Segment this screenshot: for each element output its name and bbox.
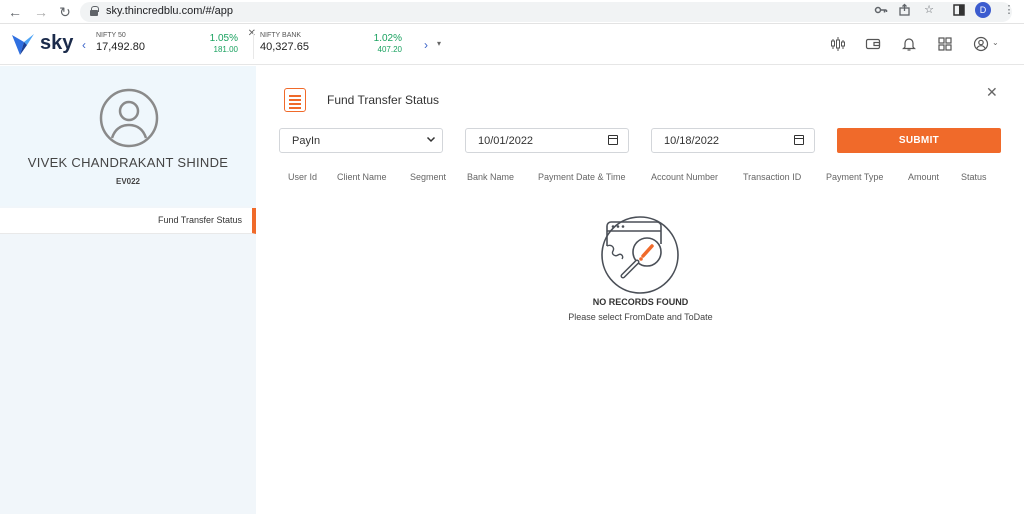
index-change: 181.00 — [213, 45, 238, 54]
empty-state-title: NO RECORDS FOUND — [592, 297, 689, 307]
submit-button[interactable]: SUBMIT — [837, 128, 1001, 153]
close-icon[interactable]: ✕ — [248, 28, 256, 39]
index-value: 17,492.80 — [96, 41, 145, 53]
index-ticker-nifty50[interactable]: NIFTY 50 17,492.80 1.05% 181.00 ✕ — [96, 28, 256, 60]
close-icon[interactable]: ✕ — [986, 84, 998, 101]
wallet-icon[interactable] — [865, 36, 881, 52]
app-header: sky ‹ NIFTY 50 17,492.80 1.05% 181.00 ✕ … — [0, 25, 1024, 65]
apps-grid-icon[interactable] — [937, 36, 953, 52]
bookmark-star-icon[interactable]: ☆ — [922, 3, 936, 17]
no-records-illustration-icon — [601, 216, 679, 294]
document-list-icon — [284, 88, 306, 112]
index-change: 407.20 — [377, 45, 402, 54]
empty-state-subtitle: Please select FromDate and ToDate — [568, 312, 713, 322]
calendar-icon[interactable] — [794, 135, 804, 145]
index-ticker-niftybank[interactable]: NIFTY BANK 40,327.65 1.02% 407.20 — [260, 30, 420, 60]
column-header-segment: Segment — [410, 172, 447, 182]
user-name: VIVEK CHANDRAKANT SHINDE — [27, 155, 229, 170]
profile-avatar[interactable]: D — [975, 2, 991, 18]
chevron-down-icon[interactable]: ⌄ — [992, 38, 999, 47]
caret-down-icon[interactable]: ▾ — [437, 39, 441, 48]
to-date-value: 10/18/2022 — [664, 135, 720, 147]
chevron-right-icon[interactable]: › — [424, 38, 428, 52]
logo-text: sky — [40, 32, 74, 54]
page-title: Fund Transfer Status — [327, 93, 440, 107]
user-avatar-icon — [99, 88, 159, 148]
index-percent: 1.05% — [209, 33, 238, 44]
chevron-down-icon — [426, 136, 436, 143]
account-icon[interactable] — [973, 36, 989, 52]
column-header-transaction-id: Transaction ID — [743, 172, 802, 182]
side-panel-icon[interactable] — [952, 3, 966, 17]
column-header-account-number: Account Number — [651, 172, 719, 182]
column-header-user-id: User Id — [288, 172, 318, 182]
sidebar-item-label: Fund Transfer Status — [157, 215, 242, 225]
bell-icon[interactable] — [901, 36, 917, 52]
candlestick-chart-icon[interactable] — [830, 36, 846, 52]
lock-icon — [90, 6, 99, 16]
index-name: NIFTY BANK — [260, 32, 302, 39]
index-value: 40,327.65 — [260, 41, 309, 53]
column-header-bank-name: Bank Name — [467, 172, 515, 182]
main-panel: Fund Transfer Status ✕ PayIn 10/01/2022 … — [257, 66, 1024, 514]
key-icon[interactable] — [874, 3, 888, 17]
from-date-value: 10/01/2022 — [478, 135, 534, 147]
payment-type-value: PayIn — [292, 135, 321, 147]
calendar-icon[interactable] — [608, 135, 618, 145]
browser-toolbar: ← → ↻ sky.thincredblu.com/#/app ☆ D ⋮ — [0, 0, 1024, 24]
share-icon[interactable] — [898, 3, 912, 17]
address-bar[interactable]: sky.thincredblu.com/#/app — [80, 2, 1012, 22]
index-name: NIFTY 50 — [96, 32, 126, 39]
from-date-input[interactable]: 10/01/2022 — [465, 128, 629, 153]
divider — [253, 31, 254, 59]
column-header-amount: Amount — [908, 172, 940, 182]
sky-logo-icon[interactable] — [10, 31, 36, 57]
reload-icon[interactable]: ↻ — [56, 3, 74, 21]
to-date-input[interactable]: 10/18/2022 — [651, 128, 815, 153]
payment-type-select[interactable]: PayIn — [279, 128, 443, 153]
index-percent: 1.02% — [373, 33, 402, 44]
column-header-payment-date: Payment Date & Time — [538, 172, 626, 182]
url-text: sky.thincredblu.com/#/app — [106, 5, 233, 17]
column-header-status: Status — [961, 172, 987, 182]
sidebar-item-fund-transfer-status[interactable]: Fund Transfer Status — [0, 208, 256, 234]
more-vertical-icon[interactable]: ⋮ — [1002, 3, 1016, 17]
column-header-payment-type: Payment Type — [826, 172, 884, 182]
forward-icon[interactable]: → — [32, 3, 50, 21]
back-icon[interactable]: ← — [6, 3, 24, 21]
user-id: EV022 — [115, 177, 141, 186]
chevron-left-icon[interactable]: ‹ — [82, 38, 86, 52]
column-header-client-name: Client Name — [337, 172, 387, 182]
profile-block: VIVEK CHANDRAKANT SHINDE EV022 — [0, 66, 256, 206]
sidebar: VIVEK CHANDRAKANT SHINDE EV022 Fund Tran… — [0, 66, 256, 514]
